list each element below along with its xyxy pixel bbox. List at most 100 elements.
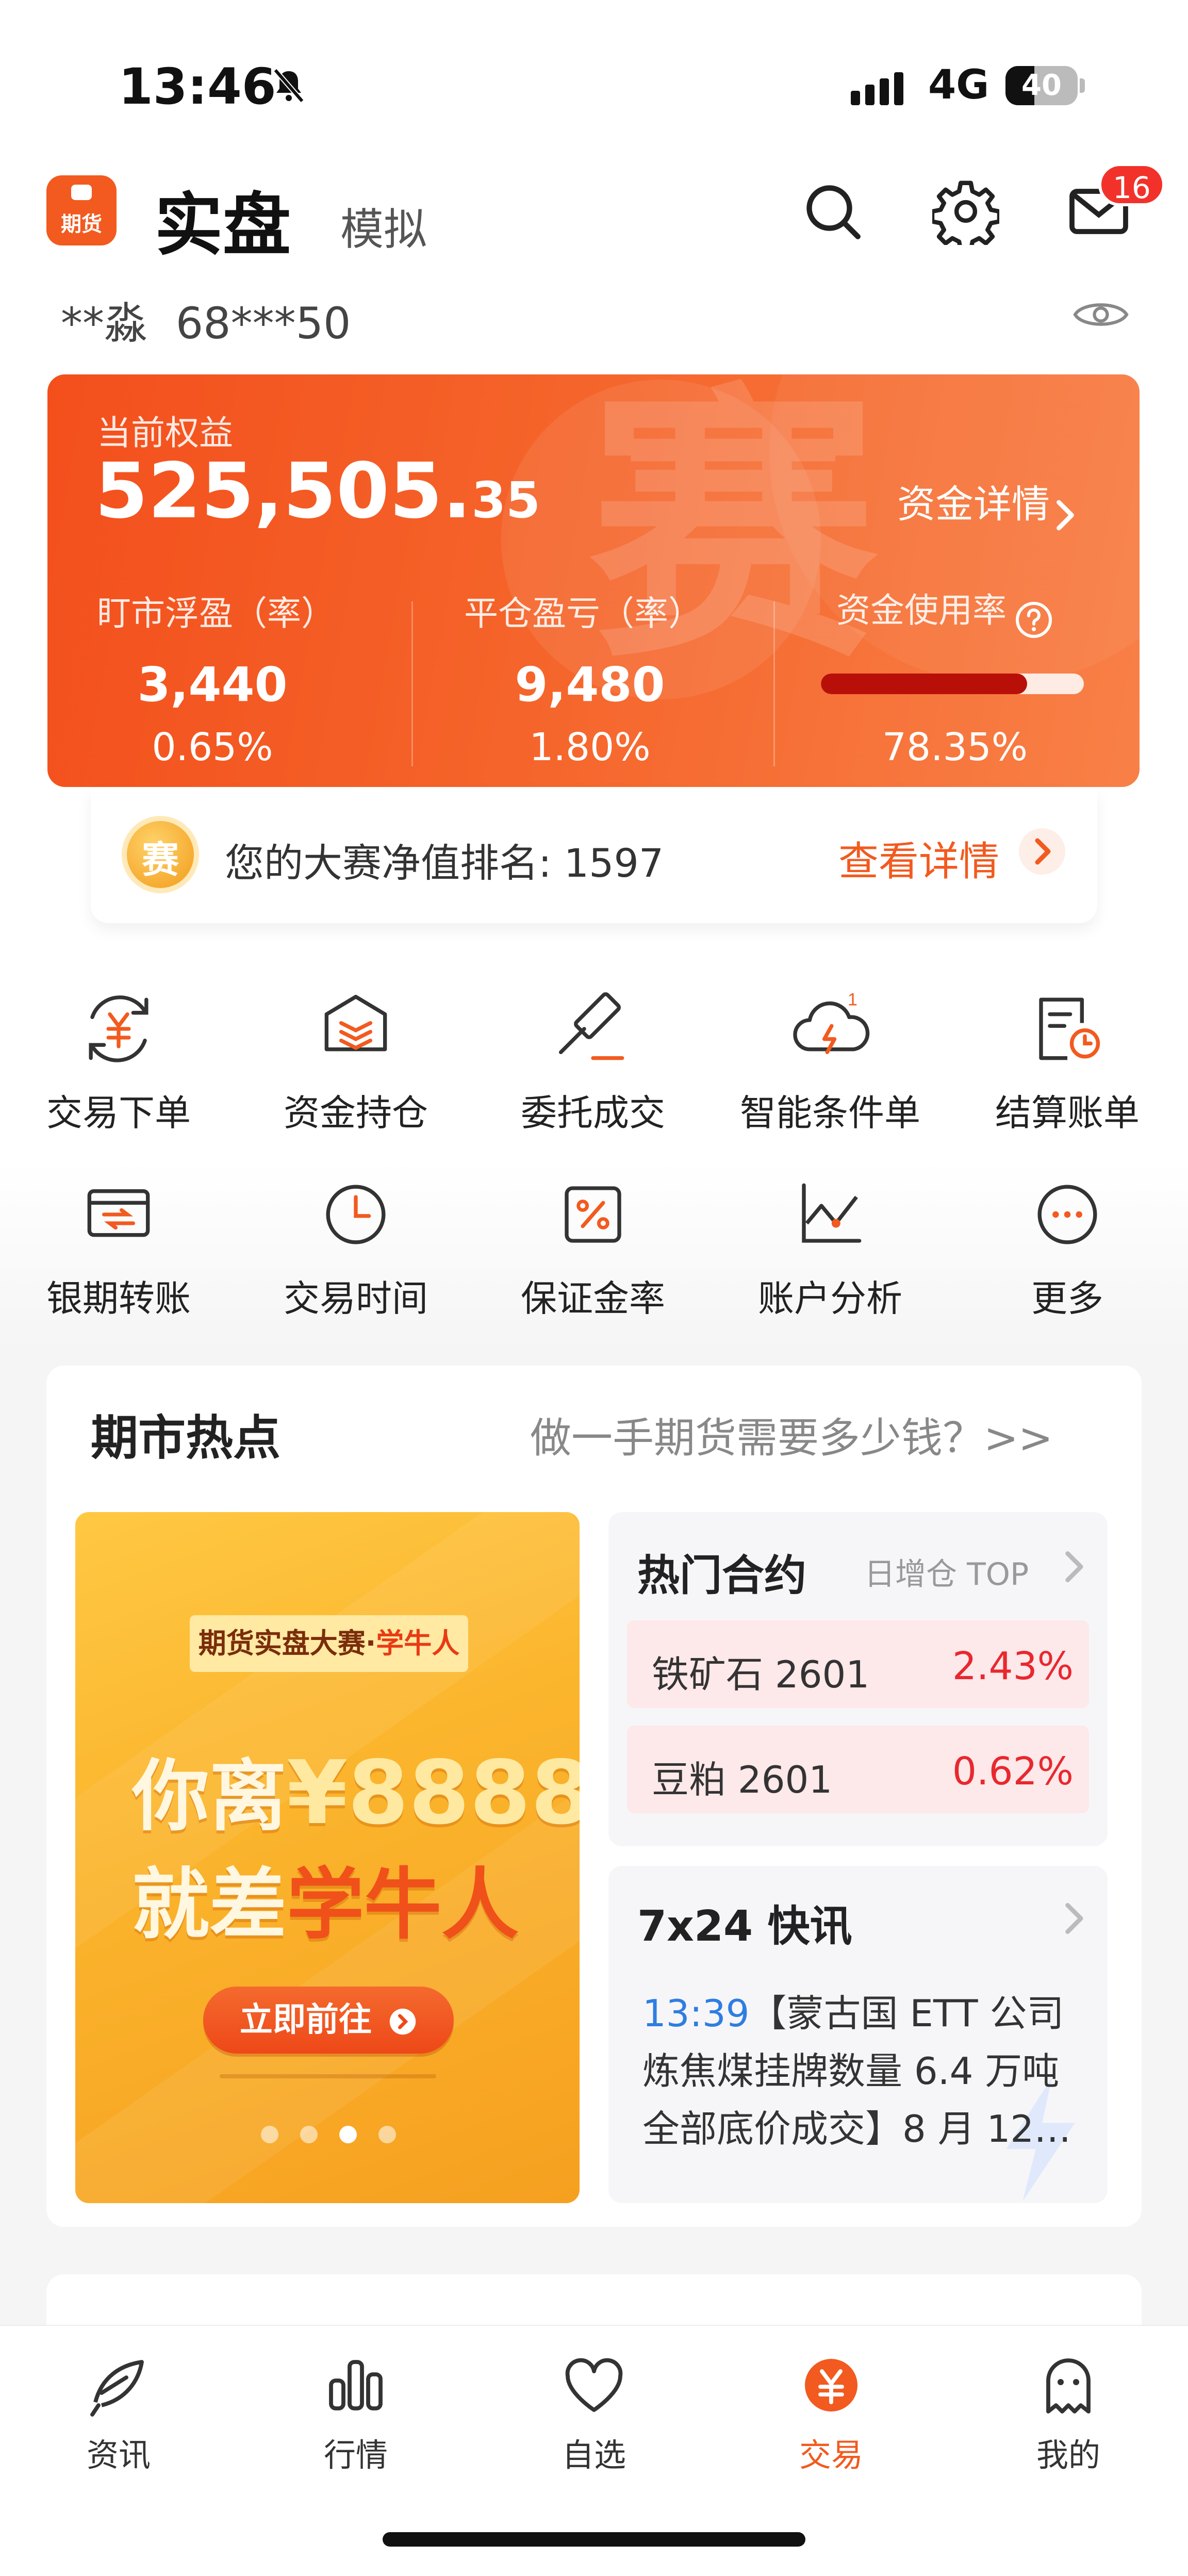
close-pnl-pct: 1.80% [529, 725, 651, 769]
grid-item-account-analysis[interactable]: 账户分析 [712, 1171, 949, 1322]
tab-market[interactable]: 行情 [278, 2347, 433, 2475]
tab-label: 资讯 [86, 2436, 151, 2474]
usage-pct: 78.35% [882, 725, 1028, 769]
grid-label: 交易下单 [46, 1092, 191, 1134]
contract-name: 铁矿石 2601 [652, 1653, 870, 1696]
divider [773, 601, 775, 766]
contract-change: 2.43% [952, 1644, 1074, 1688]
competition-rank-bar[interactable]: 赛 您的大赛净值排名: 1597 查看详情 [91, 787, 1097, 923]
account-name: **淼 [61, 298, 148, 349]
banner-tag-b: 学牛人 [376, 1627, 460, 1660]
margin-cost-link[interactable]: 做一手期货需要多少钱？>> [530, 1405, 1053, 1465]
chevron-right-icon[interactable] [1019, 828, 1065, 875]
grid-item-margin-rate[interactable]: 保证金率 [474, 1171, 712, 1322]
gear-icon[interactable] [932, 178, 999, 245]
more-dots-icon [1037, 1185, 1097, 1244]
gavel-icon [558, 992, 624, 1060]
grid-label: 保证金率 [521, 1277, 665, 1320]
battery-cap [1080, 78, 1085, 93]
grid-item-trading-hours[interactable]: 交易时间 [237, 1171, 474, 1322]
grid-label: 交易时间 [284, 1277, 428, 1320]
tab-mine[interactable]: 我的 [991, 2347, 1146, 2475]
card-transfer-icon [87, 1189, 150, 1237]
usage-label: 资金使用率 [836, 590, 1006, 630]
grid-item-smart-conditional[interactable]: 1 智能条件单 [712, 985, 949, 1136]
hot-contracts-card[interactable]: 热门合约 日增仓 TOP 铁矿石 2601 2.43% 豆粕 2601 0.62… [608, 1512, 1108, 1846]
flash-news-card[interactable]: 7x24 快讯 13:39【蒙古国 ETT 公司炼焦煤挂牌数量 6.4 万吨全部… [608, 1866, 1108, 2203]
carousel-dots [261, 2126, 418, 2145]
tab-label: 行情 [323, 2436, 388, 2474]
carousel-dot[interactable] [261, 2126, 278, 2143]
grid-item-trade-order[interactable]: 交易下单 [0, 985, 237, 1136]
tab-real-trading[interactable]: 实盘 [155, 170, 291, 269]
contract-change: 0.62% [952, 1749, 1074, 1794]
close-pnl-value: 9,480 [515, 657, 665, 712]
view-detail-link[interactable]: 查看详情 [838, 829, 999, 887]
rank-text: 您的大赛净值排名: 1597 [225, 840, 664, 886]
float-pnl-label: 盯市浮盈（率） [97, 594, 335, 633]
chevron-right-icon [1057, 500, 1074, 530]
ghost-icon [1046, 2358, 1091, 2414]
risk-disclaimer-graphic [220, 2069, 436, 2088]
percent-icon [565, 1186, 621, 1243]
grid-item-more[interactable]: 更多 [949, 1171, 1186, 1322]
grid-item-funds-positions[interactable]: 资金持仓 [237, 985, 474, 1136]
grid-item-settlement-bill[interactable]: 结算账单 [949, 985, 1186, 1136]
chevron-right-icon[interactable] [1058, 1546, 1089, 1587]
tab-label: 我的 [1036, 2436, 1100, 2474]
contract-row[interactable]: 铁矿石 2601 2.43% [627, 1620, 1089, 1708]
banner-prize: ¥8888 [287, 1742, 580, 1844]
grid-label: 银期转账 [46, 1277, 191, 1320]
usage-rate-header: 资金使用率 [836, 583, 1054, 641]
heart-icon [565, 2358, 623, 2412]
fund-detail-link[interactable]: 资金详情 [897, 473, 1078, 533]
close-pnl-label: 平仓盈亏（率） [464, 594, 702, 633]
tab-label: 交易 [799, 2436, 863, 2474]
eye-icon[interactable] [1072, 294, 1129, 335]
grid-item-orders-fills[interactable]: 委托成交 [474, 985, 712, 1136]
carousel-dot[interactable] [300, 2126, 318, 2143]
tab-label: 自选 [562, 2436, 626, 2474]
home-indicator [383, 2532, 805, 2547]
battery-level: 40 [1021, 69, 1062, 102]
tab-watchlist[interactable]: 自选 [517, 2347, 671, 2475]
grid-label: 委托成交 [521, 1092, 665, 1134]
banner-tag-a: 期货实盘大赛· [198, 1627, 376, 1660]
divider [411, 601, 413, 766]
grid-label: 智能条件单 [740, 1092, 920, 1134]
equity-value: 525,505.35 [95, 447, 540, 535]
line-chart-icon [802, 1183, 862, 1243]
fund-detail-label: 资金详情 [897, 482, 1050, 527]
grid-label: 资金持仓 [284, 1092, 428, 1134]
search-icon[interactable] [799, 178, 866, 245]
contract-row[interactable]: 豆粕 2601 0.62% [627, 1726, 1089, 1813]
usage-progress-fill [821, 674, 1027, 694]
futures-logo: 期货 [46, 175, 117, 245]
battery-icon: 40 [1005, 66, 1078, 105]
logo-mark [71, 185, 92, 200]
clock-icon [326, 1185, 386, 1244]
chevron-right-icon[interactable] [1058, 1898, 1089, 1939]
status-time: 13:46 [119, 58, 276, 116]
hot-contracts-title: 热门合约 [637, 1551, 807, 1600]
go-now-button[interactable]: 立即前往 [203, 1987, 454, 2054]
section-title: 期市热点 [91, 1410, 281, 1466]
grid-item-bank-transfer[interactable]: 银期转账 [0, 1171, 237, 1322]
account-number: 68***50 [175, 298, 351, 349]
tab-news[interactable]: 资讯 [41, 2347, 196, 2475]
promo-banner[interactable]: 期货实盘大赛·学牛人 你离¥8888 就差学牛人 立即前往 [75, 1512, 580, 2203]
cloud-lightning-icon: 1 [793, 990, 870, 1055]
news-time: 13:39 [642, 1992, 750, 2035]
bar-chart-icon [329, 2360, 383, 2410]
banner-line2-b: 学牛人 [287, 1860, 519, 1950]
carousel-dot[interactable] [378, 2126, 396, 2143]
carousel-dot-active[interactable] [339, 2126, 357, 2143]
banner-headline-2: 就差学牛人 [132, 1842, 519, 1954]
logo-text: 期货 [61, 212, 102, 236]
tab-simulation[interactable]: 模拟 [340, 195, 427, 257]
svg-text:1: 1 [848, 990, 857, 1010]
tab-trade[interactable]: 交易 [754, 2347, 909, 2475]
banner-line1-a: 你离 [132, 1752, 287, 1842]
competition-medal-icon: 赛 [122, 816, 199, 893]
help-icon[interactable] [1013, 599, 1054, 641]
